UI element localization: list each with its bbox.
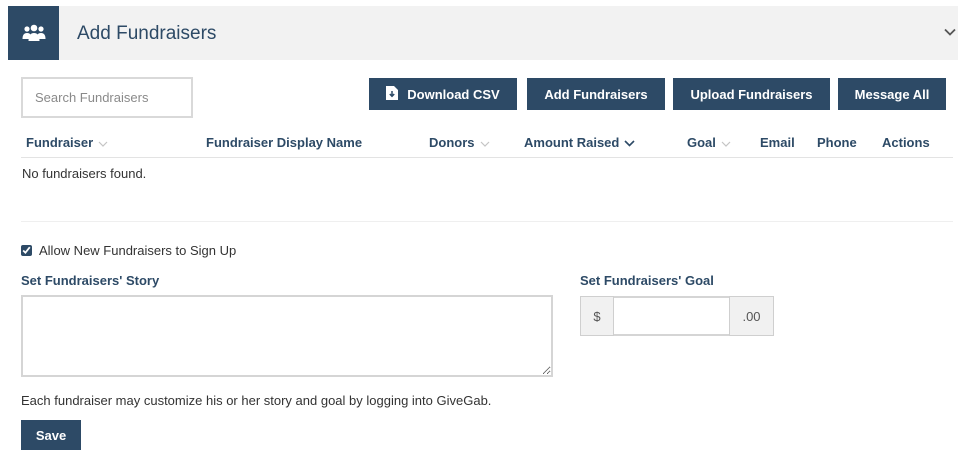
- section-header[interactable]: Add Fundraisers: [8, 6, 958, 60]
- search-input[interactable]: [21, 77, 193, 118]
- column-header-donors[interactable]: Donors: [429, 135, 490, 150]
- message-all-button[interactable]: Message All: [838, 78, 946, 110]
- currency-prefix: $: [580, 296, 614, 336]
- allow-signup-checkbox[interactable]: [21, 245, 32, 256]
- table-divider: [21, 157, 953, 158]
- sort-chevron-icon: [98, 135, 108, 150]
- people-group-icon: [8, 6, 59, 60]
- save-button[interactable]: Save: [21, 420, 81, 450]
- column-label: Donors: [429, 135, 475, 150]
- file-download-icon: [386, 85, 407, 103]
- chevron-down-icon[interactable]: [942, 24, 958, 40]
- column-header-email: Email: [760, 135, 795, 150]
- allow-signup-option[interactable]: Allow New Fundraisers to Sign Up: [21, 243, 236, 258]
- sort-chevron-icon: [624, 135, 635, 150]
- column-header-goal[interactable]: Goal: [687, 135, 731, 150]
- goal-input[interactable]: [614, 296, 729, 336]
- column-label: Amount Raised: [524, 135, 620, 150]
- add-fundraisers-button[interactable]: Add Fundraisers: [527, 78, 665, 110]
- help-text: Each fundraiser may customize his or her…: [21, 393, 492, 408]
- column-label: Email: [760, 135, 795, 150]
- sort-chevron-icon: [480, 135, 490, 150]
- sort-chevron-icon: [721, 135, 731, 150]
- column-label: Fundraiser: [26, 135, 94, 150]
- story-label: Set Fundraisers' Story: [21, 273, 160, 288]
- story-textarea[interactable]: [21, 295, 553, 377]
- allow-signup-label: Allow New Fundraisers to Sign Up: [39, 243, 237, 258]
- column-header-display-name: Fundraiser Display Name: [206, 135, 362, 150]
- section-divider: [21, 221, 953, 222]
- column-label: Fundraiser Display Name: [206, 135, 363, 150]
- column-header-fundraiser[interactable]: Fundraiser: [26, 135, 108, 150]
- column-label: Actions: [882, 135, 930, 150]
- column-header-phone: Phone: [817, 135, 857, 150]
- download-csv-button[interactable]: Download CSV: [369, 78, 517, 110]
- empty-state-text: No fundraisers found.: [22, 166, 147, 181]
- cents-suffix: .00: [729, 296, 774, 336]
- section-title: Add Fundraisers: [77, 23, 217, 44]
- goal-input-group: $ .00: [580, 296, 774, 336]
- upload-fundraisers-button[interactable]: Upload Fundraisers: [673, 78, 830, 110]
- download-csv-label: Download CSV: [407, 86, 500, 102]
- column-label: Goal: [687, 135, 716, 150]
- goal-label: Set Fundraisers' Goal: [580, 273, 714, 288]
- column-header-actions: Actions: [882, 135, 930, 150]
- column-header-amount-raised[interactable]: Amount Raised: [524, 135, 635, 150]
- column-label: Phone: [817, 135, 857, 150]
